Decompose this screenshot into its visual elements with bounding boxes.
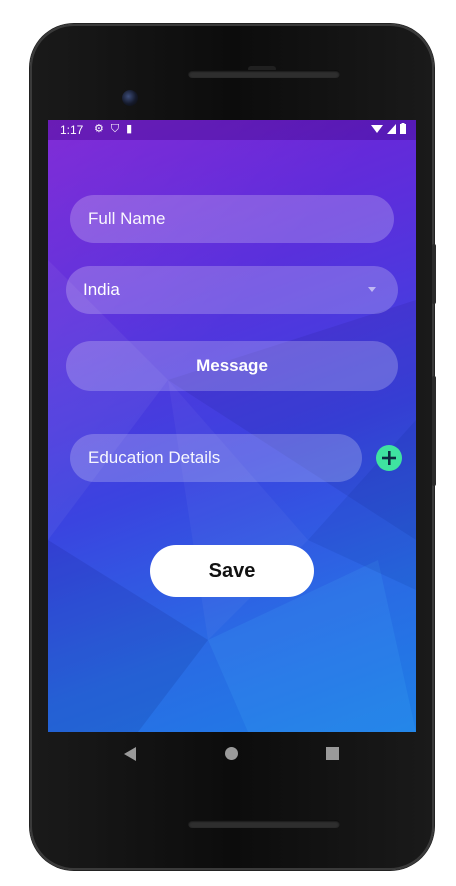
earpiece-speaker (188, 70, 340, 78)
volume-button (432, 244, 436, 304)
sd-card-icon: ▮ (126, 123, 133, 135)
country-selected-value: India (83, 280, 120, 299)
full-name-input[interactable] (70, 209, 394, 229)
wifi-icon (371, 124, 383, 133)
status-time: 1:17 (60, 123, 84, 137)
dropdown-arrow-icon (368, 287, 376, 292)
add-education-button[interactable] (376, 445, 402, 471)
country-dropdown[interactable]: India (66, 266, 398, 314)
home-icon[interactable] (225, 747, 238, 760)
education-details-field[interactable] (70, 434, 362, 482)
front-camera (122, 90, 138, 106)
gear-icon: ⚙ (94, 123, 104, 135)
navigation-bar (48, 732, 416, 776)
plus-icon (382, 451, 396, 465)
power-button (432, 376, 436, 486)
bottom-speaker (188, 820, 340, 828)
status-bar: 1:17 ⚙ ⛉ ▮ (48, 120, 416, 140)
education-details-input[interactable] (70, 448, 362, 468)
back-icon[interactable] (124, 747, 136, 761)
message-button[interactable]: Message (66, 341, 398, 391)
full-name-field[interactable] (70, 195, 394, 243)
app-screen: 1:17 ⚙ ⛉ ▮ India Message Save (48, 120, 416, 732)
shield-icon: ⛉ (110, 123, 120, 135)
recent-apps-icon[interactable] (326, 747, 339, 760)
battery-icon (400, 123, 406, 134)
save-button[interactable]: Save (150, 545, 314, 597)
signal-icon (387, 123, 396, 134)
